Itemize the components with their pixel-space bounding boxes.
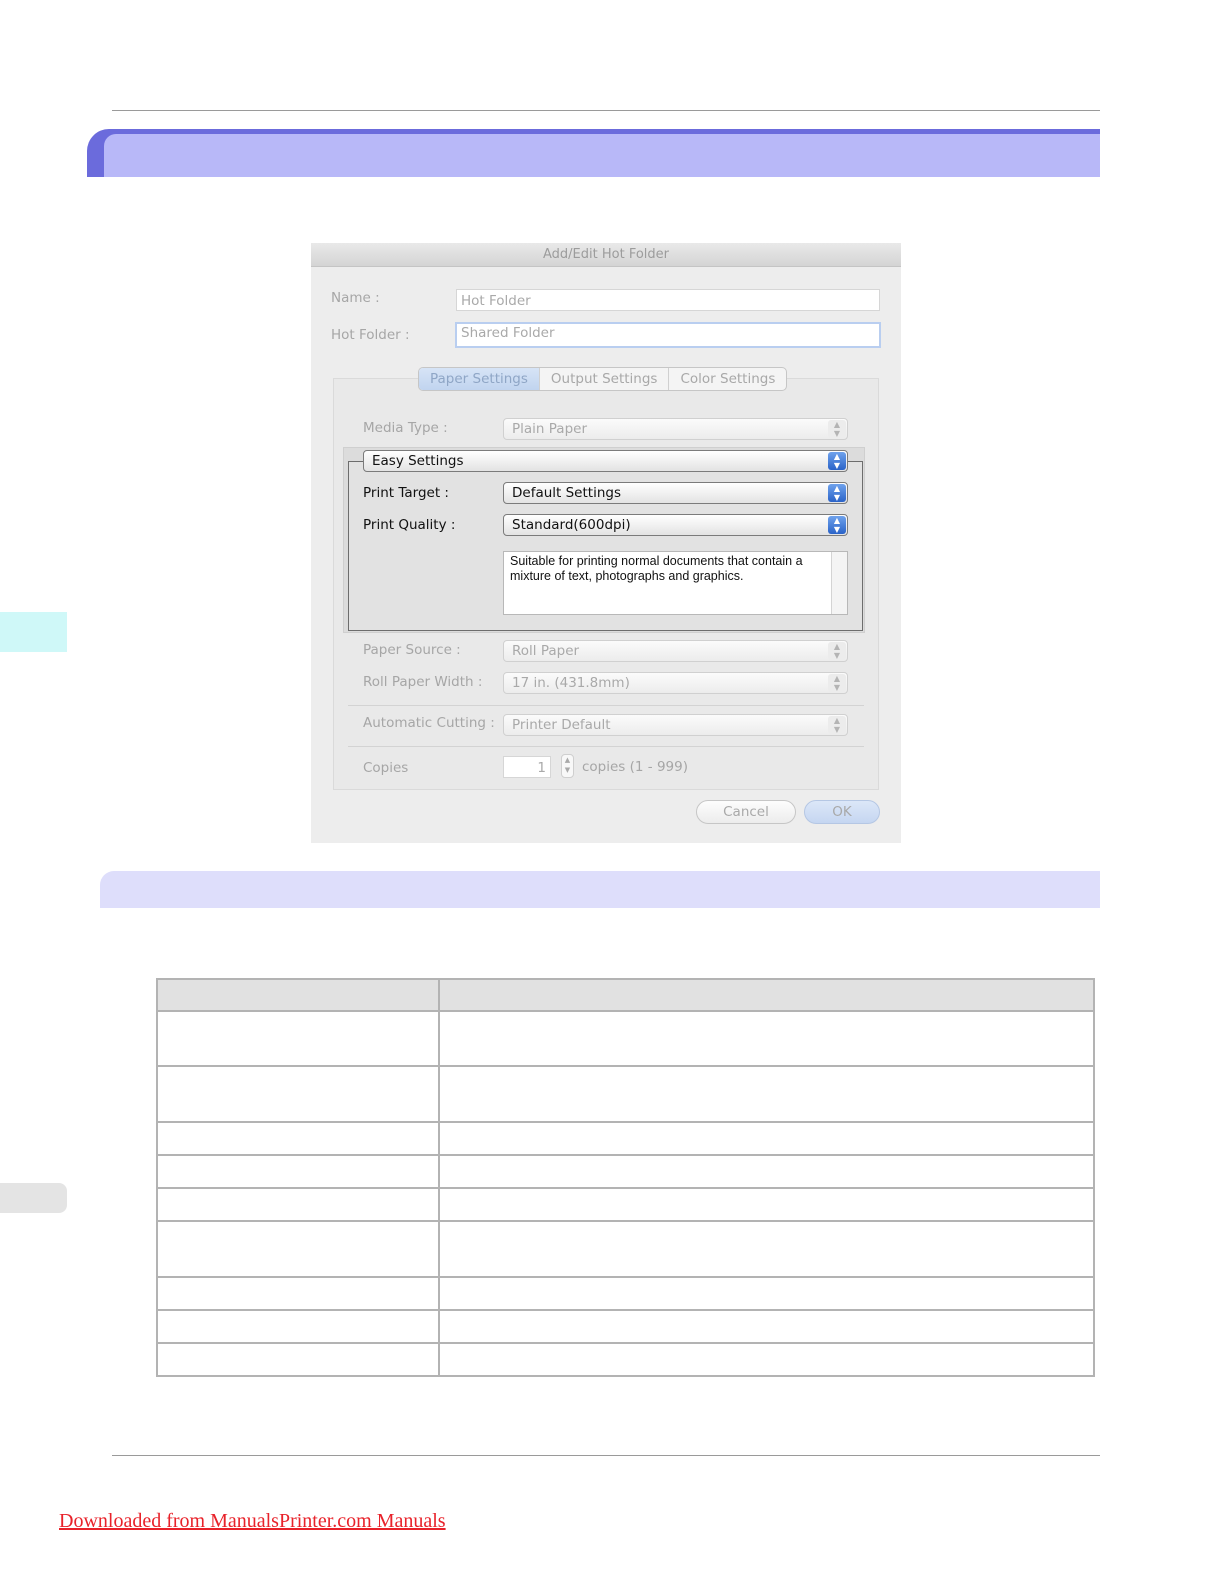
updown-icon: ▲ ▼ xyxy=(828,516,846,534)
cancel-button[interactable]: Cancel xyxy=(696,800,796,824)
table-cell xyxy=(156,1154,440,1189)
table-cell xyxy=(438,1342,1095,1377)
tab-color-settings[interactable]: Color Settings xyxy=(669,368,786,390)
copies-label: Copies xyxy=(363,760,409,776)
settings-tabs: Paper Settings Output Settings Color Set… xyxy=(418,367,788,391)
table-row xyxy=(156,1121,1095,1156)
table-cell xyxy=(156,1121,440,1156)
table-row xyxy=(156,1276,1095,1311)
print-target-value: Default Settings xyxy=(512,485,621,501)
print-target-label: Print Target : xyxy=(363,485,449,501)
header-rule xyxy=(112,110,1100,111)
page-title-band-inner xyxy=(104,134,1100,177)
updown-icon: ▲ ▼ xyxy=(828,452,846,470)
table-cell xyxy=(438,1065,1095,1123)
table-header-cell xyxy=(438,978,1095,1012)
automatic-cutting-select[interactable]: Printer Default ▲ ▼ xyxy=(503,714,848,736)
table-header-row xyxy=(156,978,1095,1012)
copies-field[interactable]: 1 xyxy=(503,756,551,778)
table-cell xyxy=(156,1276,440,1311)
updown-icon: ▲ ▼ xyxy=(828,420,846,438)
table-cell xyxy=(438,1187,1095,1222)
table-cell xyxy=(156,1342,440,1377)
table-cell xyxy=(156,1187,440,1222)
updown-icon: ▲ ▼ xyxy=(828,716,846,734)
table-row xyxy=(156,1342,1095,1377)
roll-paper-width-select[interactable]: 17 in. (431.8mm) ▲ ▼ xyxy=(503,672,848,694)
name-field[interactable]: Hot Folder xyxy=(456,289,880,311)
table-cell xyxy=(438,1220,1095,1278)
copies-range: copies (1 - 999) xyxy=(582,759,688,775)
separator xyxy=(348,705,864,706)
chapter-side-tab[interactable] xyxy=(0,612,67,652)
copies-stepper[interactable]: ▲ ▼ xyxy=(561,754,574,778)
print-quality-label: Print Quality : xyxy=(363,517,456,533)
dialog-title: Add/Edit Hot Folder xyxy=(311,243,901,267)
table-row xyxy=(156,1010,1095,1067)
quality-description-text: Suitable for printing normal documents t… xyxy=(510,554,803,583)
table-cell xyxy=(438,1276,1095,1311)
quality-description: Suitable for printing normal documents t… xyxy=(503,551,848,615)
table-row xyxy=(156,1154,1095,1189)
paper-source-label: Paper Source : xyxy=(363,642,461,658)
footer-rule xyxy=(112,1455,1100,1456)
table-cell xyxy=(156,1065,440,1123)
hot-folder-label: Hot Folder : xyxy=(331,327,410,343)
table-cell xyxy=(156,1220,440,1278)
print-target-select[interactable]: Default Settings ▲ ▼ xyxy=(503,482,848,504)
table-row xyxy=(156,1187,1095,1222)
table-row xyxy=(156,1220,1095,1278)
paper-source-value: Roll Paper xyxy=(512,643,580,659)
index-side-tab[interactable] xyxy=(0,1183,67,1213)
print-quality-value: Standard(600dpi) xyxy=(512,517,631,533)
roll-paper-width-value: 17 in. (431.8mm) xyxy=(512,675,630,691)
paper-source-select[interactable]: Roll Paper ▲ ▼ xyxy=(503,640,848,662)
section-heading-band xyxy=(100,871,1100,908)
download-source-link[interactable]: Downloaded from ManualsPrinter.com Manua… xyxy=(59,1510,446,1533)
table-cell xyxy=(438,1309,1095,1344)
tab-output-settings[interactable]: Output Settings xyxy=(540,368,670,390)
add-edit-hot-folder-dialog: Add/Edit Hot Folder Name : Hot Folder Ho… xyxy=(311,243,901,843)
roll-paper-width-label: Roll Paper Width : xyxy=(363,674,483,690)
description-scrollbar[interactable] xyxy=(831,552,847,614)
easy-settings-value: Easy Settings xyxy=(372,453,464,469)
table-row xyxy=(156,1309,1095,1344)
hot-folder-field[interactable]: Shared Folder xyxy=(455,322,881,348)
table-cell xyxy=(438,1010,1095,1067)
table-cell xyxy=(438,1121,1095,1156)
table-cell xyxy=(156,1010,440,1067)
updown-icon: ▲ ▼ xyxy=(828,674,846,692)
settings-table xyxy=(156,978,1095,1377)
tab-paper-settings[interactable]: Paper Settings xyxy=(419,368,540,390)
ok-button[interactable]: OK xyxy=(804,800,880,824)
table-cell xyxy=(156,1309,440,1344)
updown-icon: ▲ ▼ xyxy=(828,642,846,660)
name-label: Name : xyxy=(331,290,380,306)
table-row xyxy=(156,1065,1095,1123)
media-type-label: Media Type : xyxy=(363,420,448,436)
media-type-value: Plain Paper xyxy=(512,421,587,437)
easy-settings-select[interactable]: Easy Settings ▲ ▼ xyxy=(363,450,848,472)
separator xyxy=(348,746,864,747)
automatic-cutting-value: Printer Default xyxy=(512,717,611,733)
media-type-select[interactable]: Plain Paper ▲ ▼ xyxy=(503,418,848,440)
table-cell xyxy=(438,1154,1095,1189)
automatic-cutting-label: Automatic Cutting : xyxy=(363,715,495,731)
print-quality-select[interactable]: Standard(600dpi) ▲ ▼ xyxy=(503,514,848,536)
updown-icon: ▲ ▼ xyxy=(828,484,846,502)
table-header-cell xyxy=(156,978,440,1012)
